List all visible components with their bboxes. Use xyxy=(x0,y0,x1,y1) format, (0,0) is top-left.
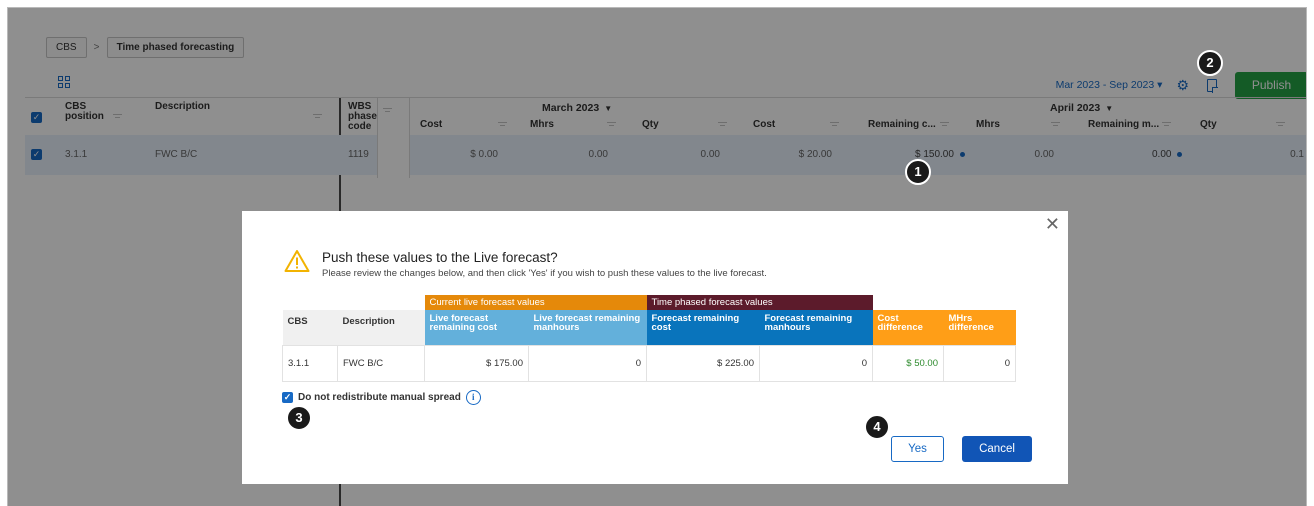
col-header-description: Description xyxy=(337,310,425,345)
cell-description: FWC B/C xyxy=(337,344,425,382)
cell-mhrs-difference: 0 xyxy=(943,344,1016,382)
col-header-forecast-manhours: Forecast remaining manhours xyxy=(759,310,873,345)
table-row: 3.1.1 FWC B/C $ 175.00 0 $ 225.00 0 $ 50… xyxy=(282,344,1016,382)
col-header-live-manhours: Live forecast remaining manhours xyxy=(528,310,647,345)
empty-cell xyxy=(283,295,338,310)
confirm-dialog: ✕ Push these values to the Live forecast… xyxy=(242,211,1068,484)
callout-marker: 3 xyxy=(286,405,312,431)
col-header-mhrs-difference: MHrs difference xyxy=(943,310,1016,345)
info-icon[interactable]: i xyxy=(465,390,481,405)
cell-cost-difference: $ 50.00 xyxy=(872,344,944,382)
dialog-subtitle: Please review the changes below, and the… xyxy=(322,268,767,279)
window-frame: CBS > Time phased forecasting Mar 2023 -… xyxy=(7,7,1307,506)
callout-marker: 4 xyxy=(864,414,890,440)
cell-live-manhours: 0 xyxy=(528,344,647,382)
col-header-cost-difference: Cost difference xyxy=(872,310,944,345)
comparison-table: Current live forecast values Time phased… xyxy=(282,295,1016,382)
empty-cell xyxy=(338,295,425,310)
cell-cbs: 3.1.1 xyxy=(282,344,338,382)
warning-icon xyxy=(284,250,310,272)
close-icon[interactable]: ✕ xyxy=(1045,214,1060,235)
callout-marker: 2 xyxy=(1197,50,1223,76)
group-header-phased: Time phased forecast values xyxy=(646,295,873,310)
group-header-current: Current live forecast values xyxy=(424,295,647,310)
cell-forecast-manhours: 0 xyxy=(759,344,873,382)
callout-marker: 1 xyxy=(905,159,931,185)
cancel-button[interactable]: Cancel xyxy=(962,436,1032,462)
col-header-forecast-cost: Forecast remaining cost xyxy=(646,310,760,345)
col-header-cbs: CBS xyxy=(282,310,338,345)
cell-live-cost: $ 175.00 xyxy=(424,344,529,382)
yes-button[interactable]: Yes xyxy=(891,436,944,462)
col-header-live-cost: Live forecast remaining cost xyxy=(424,310,529,345)
redistribute-label[interactable]: Do not redistribute manual spread xyxy=(298,392,461,403)
cell-forecast-cost: $ 225.00 xyxy=(646,344,760,382)
empty-cell xyxy=(873,295,1016,310)
redistribute-checkbox[interactable]: ✓ xyxy=(282,392,293,403)
dialog-title: Push these values to the Live forecast? xyxy=(322,250,558,265)
redistribute-option[interactable]: ✓ Do not redistribute manual spread i xyxy=(282,390,481,405)
